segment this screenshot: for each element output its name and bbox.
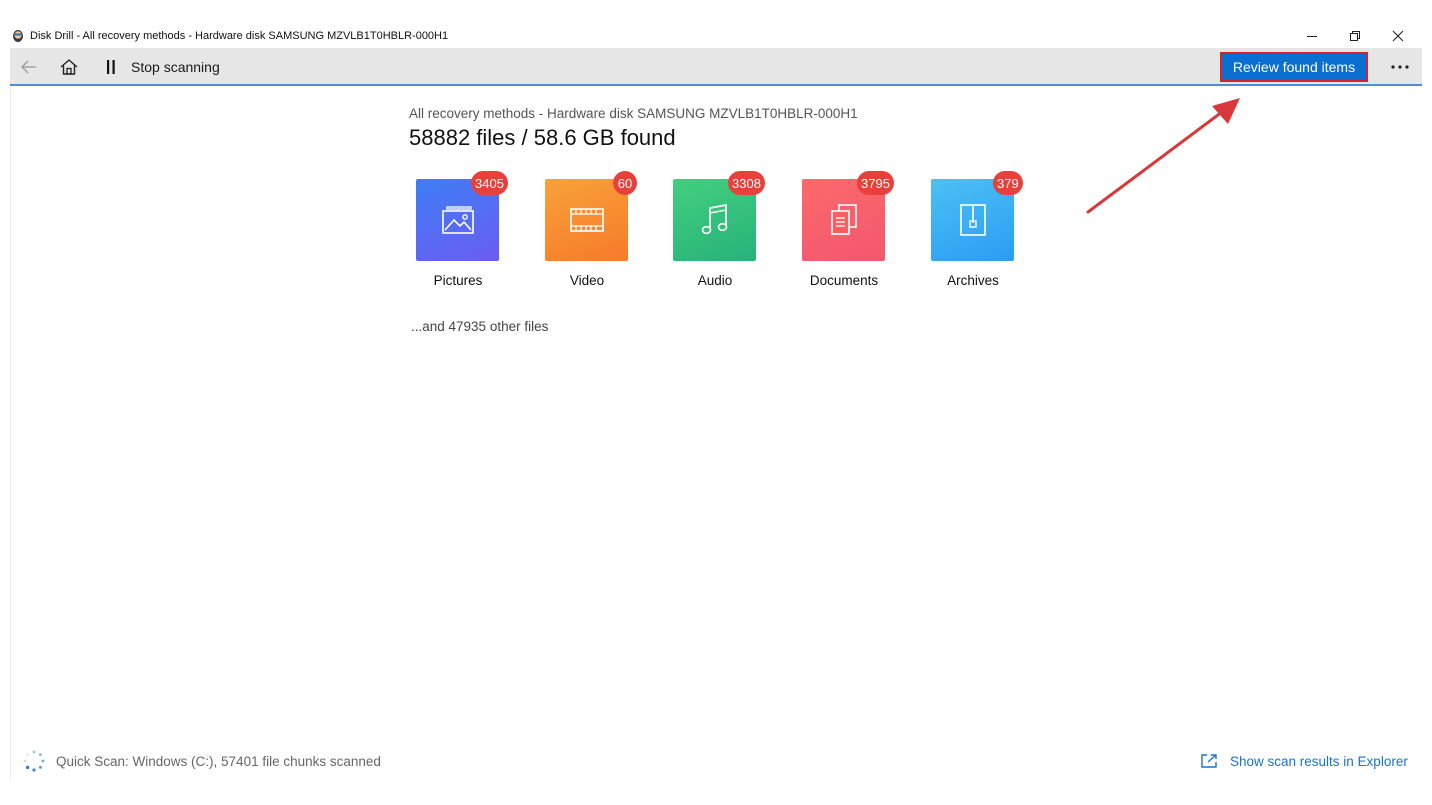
close-icon xyxy=(1392,30,1404,42)
show-in-explorer-link[interactable]: Show scan results in Explorer xyxy=(1200,751,1408,771)
documents-icon xyxy=(830,204,857,235)
show-in-explorer-text[interactable]: Show scan results in Explorer xyxy=(1230,754,1408,769)
minimize-icon xyxy=(1307,36,1317,37)
category-tile: 3795 xyxy=(802,171,894,261)
pause-icon xyxy=(107,60,115,74)
category-tile: 3405 xyxy=(416,171,508,261)
category-count-badge: 3405 xyxy=(471,171,508,195)
disk-drill-logo-icon xyxy=(13,30,23,42)
home-icon xyxy=(60,59,78,75)
stop-scanning-button[interactable]: Stop scanning xyxy=(131,59,220,75)
category-label: Audio xyxy=(697,273,733,288)
archive-icon xyxy=(959,204,986,236)
category-video[interactable]: 60 Video xyxy=(545,171,637,288)
category-documents[interactable]: 3795 Documents xyxy=(802,171,894,288)
music-note-icon xyxy=(701,203,727,235)
other-files-link[interactable]: ...and 47935 other files xyxy=(411,319,548,334)
category-label: Pictures xyxy=(433,273,483,288)
open-external-icon xyxy=(1201,754,1217,768)
more-horizontal-icon xyxy=(1391,65,1409,69)
restore-icon xyxy=(1350,31,1360,41)
category-label: Video xyxy=(569,273,605,288)
category-label: Archives xyxy=(947,273,999,288)
category-tile: 60 xyxy=(545,171,637,261)
category-tile: 379 xyxy=(931,171,1023,261)
more-options-button[interactable] xyxy=(1385,57,1415,77)
scan-status-text: Quick Scan: Windows (C:), 57401 file chu… xyxy=(56,753,381,769)
files-found-headline: 58882 files / 58.6 GB found xyxy=(409,125,676,150)
content-left-border xyxy=(10,88,11,780)
window-title: Disk Drill - All recovery methods - Hard… xyxy=(30,30,449,42)
category-audio[interactable]: 3308 Audio xyxy=(673,171,765,288)
pause-button[interactable] xyxy=(100,57,122,77)
scan-subtitle: All recovery methods - Hardware disk SAM… xyxy=(409,106,858,121)
back-arrow-icon xyxy=(21,60,36,74)
close-button[interactable] xyxy=(1384,26,1412,46)
review-found-items-button[interactable]: Review found items xyxy=(1220,52,1368,82)
category-count-badge: 3795 xyxy=(857,171,894,195)
category-label: Documents xyxy=(809,273,879,288)
title-bar: Disk Drill - All recovery methods - Hard… xyxy=(0,24,1432,48)
picture-icon xyxy=(441,206,474,234)
film-icon xyxy=(569,208,604,232)
toolbar: Stop scanning Review found items xyxy=(10,48,1422,86)
scan-status: Quick Scan: Windows (C:), 57401 file chu… xyxy=(22,750,381,772)
back-button[interactable] xyxy=(18,57,40,77)
category-count-badge: 379 xyxy=(993,171,1023,195)
category-pictures[interactable]: 3405 Pictures xyxy=(416,171,508,288)
restore-button[interactable] xyxy=(1341,26,1369,46)
category-count-badge: 3308 xyxy=(728,171,765,195)
category-count-badge: 60 xyxy=(613,171,637,195)
minimize-button[interactable] xyxy=(1298,26,1326,46)
home-button[interactable] xyxy=(58,57,80,77)
category-archives[interactable]: 379 Archives xyxy=(931,171,1023,288)
app-window: Disk Drill - All recovery methods - Hard… xyxy=(0,0,1432,805)
spinner-icon xyxy=(23,750,45,772)
annotation-arrow-icon xyxy=(1086,98,1240,214)
category-tile: 3308 xyxy=(673,171,765,261)
